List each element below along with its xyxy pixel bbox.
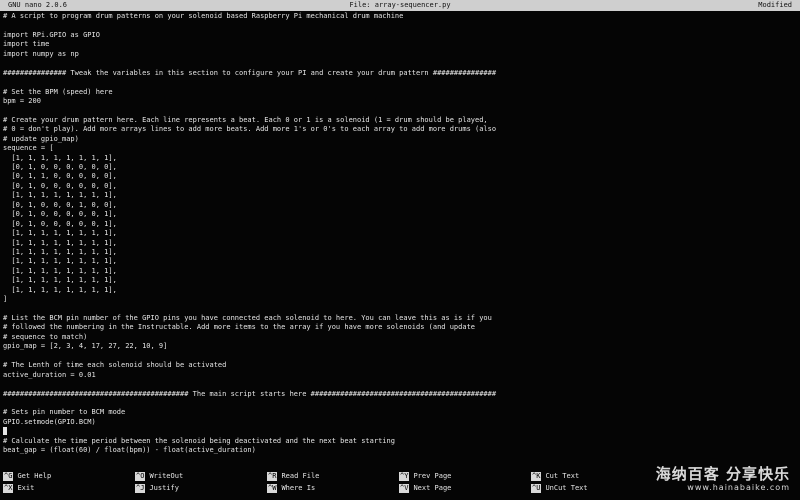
shortcut-label: Cut Text <box>545 472 580 480</box>
shortcut-key: ^R <box>267 472 278 481</box>
code-line[interactable]: # Set the BPM (speed) here <box>3 88 793 97</box>
shortcut-key: ^W <box>267 484 278 493</box>
shortcut-uncut-text[interactable]: ^U UnCut Text <box>531 484 588 493</box>
shortcut-label: Prev Page <box>413 472 452 480</box>
shortcut-label: Where Is <box>281 484 316 492</box>
code-line[interactable]: [1, 1, 1, 1, 1, 1, 1, 1], <box>3 248 793 257</box>
code-line[interactable]: # update gpio_map) <box>3 135 793 144</box>
editor-text-area[interactable]: # A script to program drum patterns on y… <box>3 12 793 468</box>
shortcut-label: Get Help <box>17 472 52 480</box>
shortcut-justify[interactable]: ^J Justify <box>135 484 179 493</box>
code-line[interactable]: [1, 1, 1, 1, 1, 1, 1, 1], <box>3 286 793 295</box>
code-line[interactable]: sequence = [ <box>3 144 793 153</box>
code-line[interactable]: [0, 1, 0, 0, 0, 0, 0, 1], <box>3 210 793 219</box>
code-line[interactable]: [0, 1, 0, 0, 0, 0, 0, 0], <box>3 163 793 172</box>
text-cursor <box>3 427 7 436</box>
code-line[interactable]: import RPi.GPIO as GPIO <box>3 31 793 40</box>
site-watermark: 海纳百客 分享快乐 www.hainabaike.com <box>620 466 790 496</box>
code-line[interactable] <box>3 352 793 361</box>
shortcut-label: Next Page <box>413 484 452 492</box>
shortcut-label: WriteOut <box>149 472 184 480</box>
shortcut-label: Exit <box>17 484 35 492</box>
shortcut-key: ^X <box>3 484 14 493</box>
watermark-title: 海纳百客 分享快乐 <box>655 465 790 483</box>
nano-title-bar: GNU nano 2.0.6 File: array-sequencer.py … <box>0 0 800 11</box>
shortcut-key: ^V <box>399 484 410 493</box>
code-line[interactable]: GPIO.setmode(GPIO.BCM) <box>3 418 793 427</box>
code-line[interactable] <box>3 78 793 87</box>
cursor-line[interactable] <box>3 427 793 436</box>
shortcut-key: ^U <box>531 484 542 493</box>
code-line[interactable]: # 0 = don't play). Add more arrays lines… <box>3 125 793 134</box>
shortcut-read-file[interactable]: ^R Read File <box>267 472 319 481</box>
code-line[interactable] <box>3 21 793 30</box>
code-line[interactable]: [1, 1, 1, 1, 1, 1, 1, 1], <box>3 257 793 266</box>
code-line[interactable]: # List the BCM pin number of the GPIO pi… <box>3 314 793 323</box>
code-line[interactable]: [1, 1, 1, 1, 1, 1, 1, 1], <box>3 154 793 163</box>
shortcut-get-help[interactable]: ^G Get Help <box>3 472 51 481</box>
code-line[interactable] <box>3 305 793 314</box>
code-line[interactable]: # The Lenth of time each solenoid should… <box>3 361 793 370</box>
shortcut-label: Read File <box>281 472 320 480</box>
code-line[interactable]: [1, 1, 1, 1, 1, 1, 1, 1], <box>3 267 793 276</box>
shortcut-label: Justify <box>149 484 179 492</box>
code-line[interactable]: [0, 1, 0, 0, 0, 0, 0, 0], <box>3 182 793 191</box>
shortcut-next-page[interactable]: ^V Next Page <box>399 484 451 493</box>
code-line[interactable]: [0, 1, 0, 0, 0, 1, 0, 0], <box>3 201 793 210</box>
code-line[interactable]: import numpy as np <box>3 50 793 59</box>
shortcut-key: ^O <box>135 472 146 481</box>
code-line[interactable]: ########################################… <box>3 390 793 399</box>
code-line[interactable]: [1, 1, 1, 1, 1, 1, 1, 1], <box>3 229 793 238</box>
code-line[interactable]: # Calculate the time period between the … <box>3 437 793 446</box>
file-name: File: array-sequencer.py <box>349 1 451 9</box>
shortcut-key: ^J <box>135 484 146 493</box>
code-line[interactable]: # Sets pin number to BCM mode <box>3 408 793 417</box>
shortcut-key: ^K <box>531 472 542 481</box>
code-line[interactable]: # followed the numbering in the Instruct… <box>3 323 793 332</box>
code-line[interactable]: [0, 1, 0, 0, 0, 0, 0, 1], <box>3 220 793 229</box>
shortcut-where-is[interactable]: ^W Where Is <box>267 484 315 493</box>
code-line[interactable]: ############### Tweak the variables in t… <box>3 69 793 78</box>
code-line[interactable]: active_duration = 0.01 <box>3 371 793 380</box>
shortcut-writeout[interactable]: ^O WriteOut <box>135 472 183 481</box>
code-line[interactable] <box>3 106 793 115</box>
shortcut-key: ^G <box>3 472 14 481</box>
code-line[interactable]: [1, 1, 1, 1, 1, 1, 1, 1], <box>3 276 793 285</box>
code-line[interactable] <box>3 59 793 68</box>
code-line[interactable]: # A script to program drum patterns on y… <box>3 12 793 21</box>
watermark-url: www.hainabaike.com <box>687 483 790 492</box>
shortcut-label: UnCut Text <box>545 484 588 492</box>
code-line[interactable]: bpm = 200 <box>3 97 793 106</box>
code-line[interactable]: [1, 1, 1, 1, 1, 1, 1, 1], <box>3 191 793 200</box>
code-line[interactable]: gpio_map = [2, 3, 4, 17, 27, 22, 10, 9] <box>3 342 793 351</box>
shortcut-key: ^Y <box>399 472 410 481</box>
code-line[interactable]: [0, 1, 1, 0, 0, 0, 0, 0], <box>3 172 793 181</box>
shortcut-exit[interactable]: ^X Exit <box>3 484 34 493</box>
code-line[interactable]: ] <box>3 295 793 304</box>
code-line[interactable]: # sequence to match) <box>3 333 793 342</box>
shortcut-cut-text[interactable]: ^K Cut Text <box>531 472 579 481</box>
code-line[interactable] <box>3 380 793 389</box>
shortcut-prev-page[interactable]: ^Y Prev Page <box>399 472 451 481</box>
modified-status: Modified <box>758 1 792 9</box>
code-line[interactable]: import time <box>3 40 793 49</box>
code-line[interactable]: [1, 1, 1, 1, 1, 1, 1, 1], <box>3 239 793 248</box>
code-line[interactable]: beat_gap = (float(60) / float(bpm)) - fl… <box>3 446 793 455</box>
code-line[interactable] <box>3 399 793 408</box>
code-line[interactable]: # Create your drum pattern here. Each li… <box>3 116 793 125</box>
